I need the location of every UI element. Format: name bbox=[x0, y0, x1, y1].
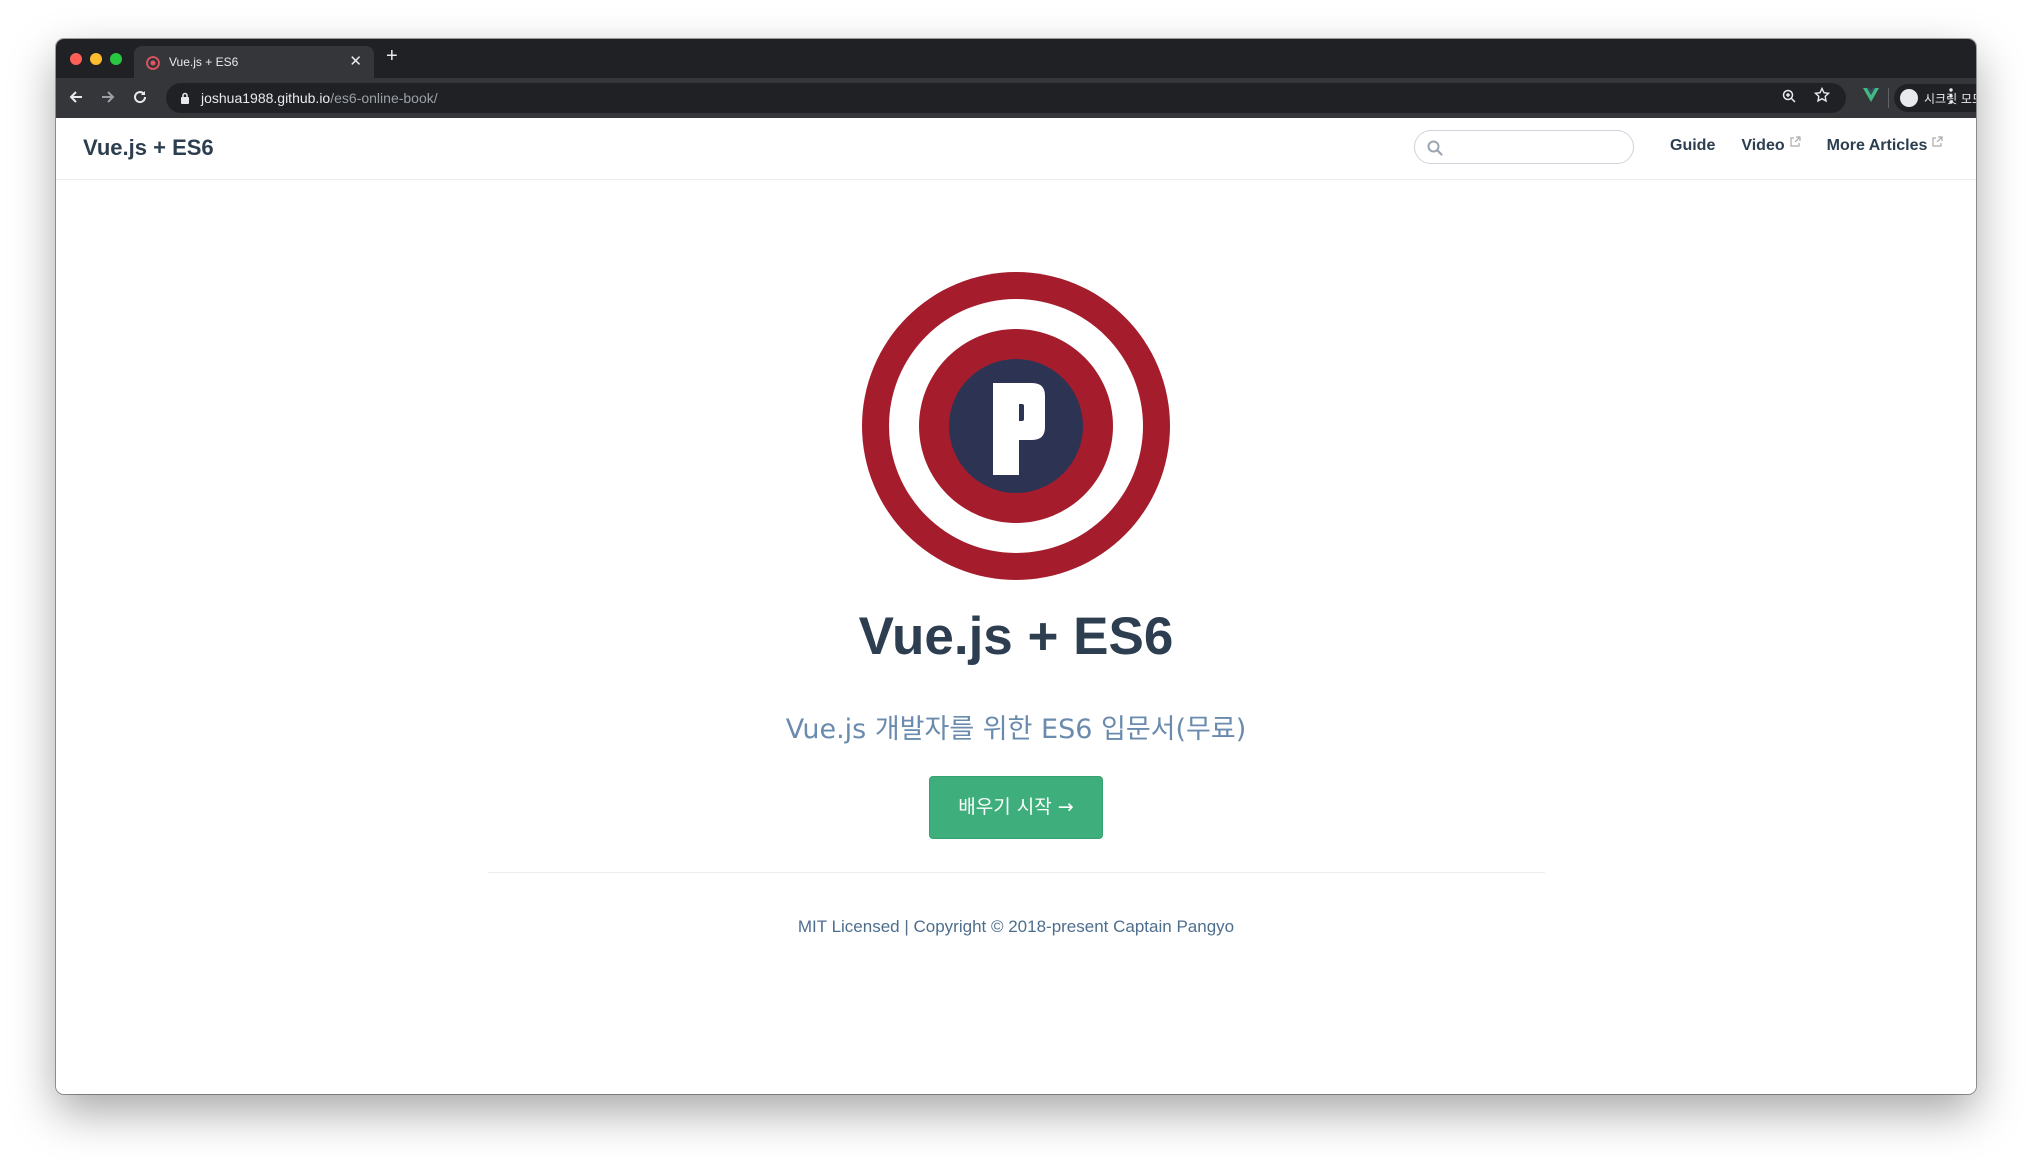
incognito-badge[interactable]: 시크릿 모드 bbox=[1894, 84, 1976, 112]
captain-pangyo-logo bbox=[862, 272, 1170, 580]
external-link-icon bbox=[1790, 136, 1801, 147]
incognito-icon bbox=[1900, 89, 1918, 107]
tab-title: Vue.js + ES6 bbox=[169, 55, 239, 69]
nav-links: Guide Video More Articles bbox=[1670, 136, 1944, 155]
browser-tab[interactable]: Vue.js + ES6 ✕ bbox=[134, 46, 374, 78]
footer-text: MIT Licensed | Copyright © 2018-present … bbox=[797, 917, 1235, 936]
browser-window: Vue.js + ES6 ✕ + joshua1988.github.io/es… bbox=[56, 39, 1976, 1094]
nav-link-guide[interactable]: Guide bbox=[1670, 137, 1715, 155]
url-host: joshua1988.github.io bbox=[201, 90, 331, 106]
zoom-icon[interactable] bbox=[1782, 89, 1796, 106]
reload-icon[interactable] bbox=[132, 89, 148, 109]
nav-link-video[interactable]: Video bbox=[1741, 136, 1801, 155]
nav-link-more-articles[interactable]: More Articles bbox=[1826, 136, 1944, 155]
hero-description: Vue.js 개발자를 위한 ES6 입문서(무료) bbox=[785, 714, 1247, 745]
favicon-icon bbox=[146, 56, 160, 70]
address-bar[interactable]: joshua1988.github.io/es6-online-book/ bbox=[166, 83, 1846, 113]
lock-icon bbox=[181, 92, 189, 104]
external-link-icon bbox=[1932, 136, 1944, 147]
get-started-button[interactable]: 배우기 시작 → bbox=[929, 776, 1103, 839]
kebab-menu-icon[interactable] bbox=[1948, 87, 1954, 108]
url-text: joshua1988.github.io/es6-online-book/ bbox=[201, 90, 438, 106]
search-input[interactable] bbox=[1449, 135, 1628, 161]
divider bbox=[488, 872, 1545, 873]
site-navbar: Vue.js + ES6 Guide Video More Articles bbox=[56, 118, 1976, 180]
window-minimize-button[interactable] bbox=[90, 53, 102, 65]
forward-arrow-icon[interactable] bbox=[100, 89, 116, 109]
tab-close-icon[interactable]: ✕ bbox=[349, 52, 362, 70]
browser-toolbar: joshua1988.github.io/es6-online-book/ 시크… bbox=[56, 78, 1976, 118]
url-path: /es6-online-book/ bbox=[330, 90, 438, 106]
tab-bar: Vue.js + ES6 ✕ + bbox=[56, 39, 1976, 78]
window-maximize-button[interactable] bbox=[110, 53, 122, 65]
search-box[interactable] bbox=[1414, 130, 1634, 164]
search-icon bbox=[1427, 140, 1443, 156]
nav-link-label: More Articles bbox=[1826, 137, 1928, 154]
nav-link-label: Video bbox=[1741, 137, 1785, 154]
vue-devtools-icon[interactable] bbox=[1862, 87, 1880, 103]
page-content: Vue.js + ES6 Guide Video More Articles V… bbox=[56, 118, 1976, 1094]
window-close-button[interactable] bbox=[70, 53, 82, 65]
site-title-link[interactable]: Vue.js + ES6 bbox=[83, 135, 214, 161]
new-tab-button[interactable]: + bbox=[386, 45, 398, 67]
back-arrow-icon[interactable] bbox=[68, 89, 84, 109]
hero-title: Vue.js + ES6 bbox=[858, 607, 1174, 666]
toolbar-separator bbox=[1888, 88, 1889, 108]
bookmark-star-icon[interactable] bbox=[1813, 86, 1831, 108]
nav-link-label: Guide bbox=[1670, 137, 1716, 154]
